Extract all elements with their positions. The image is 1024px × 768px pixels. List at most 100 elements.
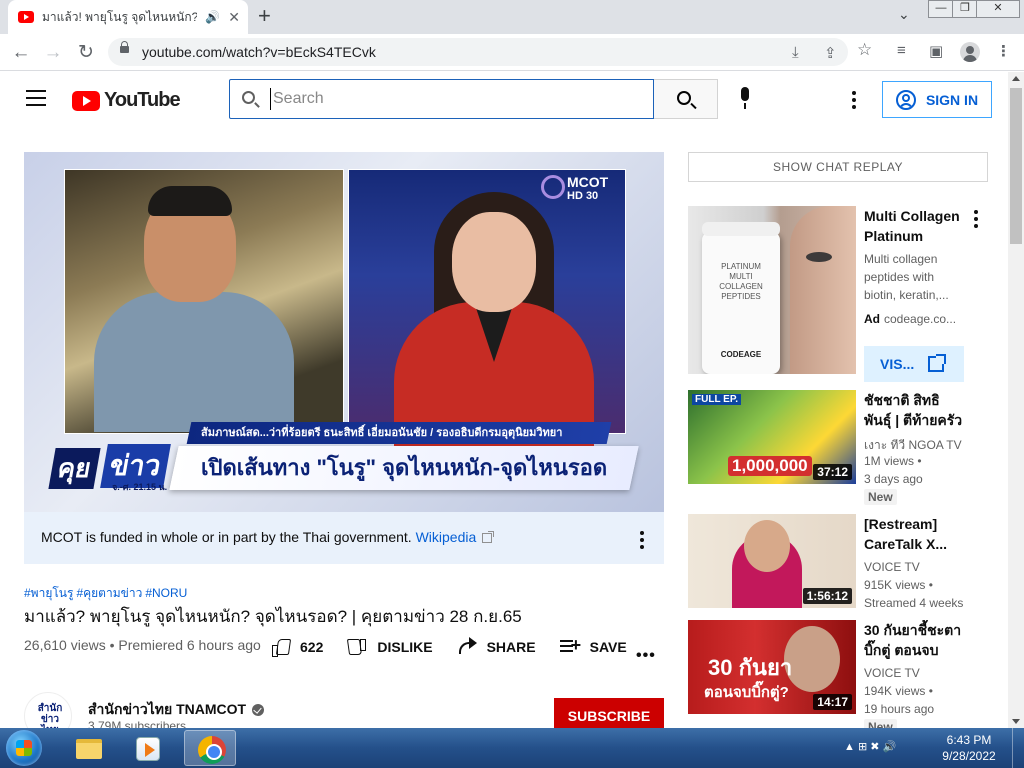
search-icon [242, 91, 255, 104]
reload-button[interactable]: ↻ [73, 40, 99, 66]
taskbar-clock[interactable]: 6:43 PM 9/28/2022 [934, 732, 1004, 764]
chrome-menu-icon[interactable]: ⋮ [996, 42, 1011, 60]
video-player[interactable]: MCOT HD 30 สัมภาษณ์สด...ว่าที่ร้อยตรี ธน… [24, 152, 664, 512]
recommended-title[interactable]: [Restream] CareTalk X... [864, 514, 964, 554]
media-player-icon [136, 737, 160, 761]
verified-check-icon [252, 704, 265, 716]
youtube-play-logo-icon [72, 90, 100, 111]
lower-third-headline: เปิดเส้นทาง "โนรู" จุดไหนหนัก-จุดไหนรอด [169, 446, 639, 490]
external-link-icon[interactable] [482, 531, 495, 543]
profile-avatar[interactable] [960, 42, 980, 62]
funding-info-text-wrap: MCOT is funded in whole or in part by th… [41, 529, 495, 545]
account-icon [895, 89, 916, 110]
more-actions-icon[interactable]: ••• [636, 647, 656, 665]
reading-list-icon[interactable]: ≡ [897, 42, 906, 59]
ad-description: Multi collagen peptides with biotin, ker… [864, 252, 949, 302]
save-button[interactable]: SAVE [559, 635, 627, 657]
scrollbar-thumb[interactable] [1010, 88, 1022, 244]
ad-more-icon[interactable] [974, 210, 978, 231]
video-title: มาแล้ว? พายุโนรู จุดไหนหนัก? จุดไหนรอด? … [24, 607, 522, 626]
taskbar-explorer[interactable] [62, 730, 114, 766]
video-thumbnail[interactable]: 1:56:12 [688, 514, 856, 608]
ad-title[interactable]: Multi Collagen Platinum [864, 206, 964, 246]
recommended-channel[interactable]: VOICE TV [864, 560, 974, 574]
audio-playing-icon[interactable]: 🔊 [205, 10, 220, 24]
recommended-channel[interactable]: เงาะ ทีวี NGOA TV [864, 436, 974, 455]
program-logo-part-a: คุย [48, 448, 101, 489]
youtube-logo[interactable]: YouTube [72, 89, 181, 112]
tab-search-chevron-icon[interactable]: ⌄ [898, 6, 910, 23]
side-panel-icon[interactable]: ▣ [929, 42, 943, 60]
show-desktop-button[interactable] [1012, 728, 1024, 768]
show-chat-replay-button[interactable]: SHOW CHAT REPLAY [688, 152, 988, 182]
address-bar[interactable]: youtube.com/watch?v=bEckS4TECvk ⤓ ⇪ [108, 38, 848, 66]
back-button[interactable]: ← [8, 40, 34, 66]
video-thumbnail[interactable]: FULL EP. 1,000,000 37:12 [688, 390, 856, 484]
hashtag-link[interactable]: #NORU [145, 586, 187, 600]
clock-time: 6:43 PM [946, 733, 992, 747]
search-box[interactable] [229, 79, 654, 119]
recommended-title[interactable]: ชัชชาติ สิทธิพันธุ์ | ตีท้ายครัว | 25... [864, 390, 964, 430]
minimize-window-button[interactable]: — [928, 0, 954, 18]
recommended-video[interactable]: 30 กันยา ตอนจบบิ๊กตู่? 14:17 30 กันยาชี้… [688, 620, 1008, 735]
search-input[interactable] [270, 88, 640, 110]
close-tab-icon[interactable]: ✕ [228, 9, 240, 26]
video-thumbnail[interactable]: 30 กันยา ตอนจบบิ๊กตู่? 14:17 [688, 620, 856, 714]
recommended-video[interactable]: 1:56:12 [Restream] CareTalk X... VOICE T… [688, 514, 1008, 610]
info-panel-more-icon[interactable] [640, 531, 644, 552]
like-button[interactable]: 622 [270, 637, 323, 657]
hashtag-link[interactable]: #คุยตามข่าว [76, 586, 142, 600]
share-button[interactable]: SHARE [457, 637, 536, 657]
video-duration: 37:12 [813, 464, 852, 480]
youtube-masthead: YouTube SIGN IN [0, 72, 1008, 128]
scroll-up-arrow-icon[interactable] [1012, 76, 1020, 81]
microphone-icon[interactable] [737, 87, 753, 111]
url-text[interactable]: youtube.com/watch?v=bEckS4TECvk [142, 44, 376, 60]
new-tab-button[interactable]: + [258, 4, 271, 28]
lock-icon[interactable] [120, 41, 129, 53]
sign-in-button[interactable]: SIGN IN [882, 81, 992, 118]
thumbnail-face [784, 626, 840, 692]
channel-name-row[interactable]: สำนักข่าวไทย TNAMCOT [88, 699, 265, 721]
hashtag-link[interactable]: #พายุโนรู [24, 586, 73, 600]
install-icon[interactable]: ⤓ [792, 44, 799, 61]
chrome-icon [198, 736, 226, 764]
youtube-wordmark: YouTube [104, 89, 181, 111]
search-icon [677, 91, 691, 105]
share-icon[interactable]: ⇪ [824, 44, 837, 62]
browser-tab-strip: มาแล้ว! พายุโนรู จุดไหนหนัก? จุดไหนรอด? … [0, 0, 1024, 34]
dislike-button[interactable]: DISLIKE [347, 637, 433, 657]
program-logo-schedule: จ.-ศ. 21.15 น. [112, 482, 168, 492]
recommended-video[interactable]: FULL EP. 1,000,000 37:12 ชัชชาติ สิทธิพั… [688, 390, 1008, 505]
scroll-down-arrow-icon[interactable] [1012, 719, 1020, 724]
recommended-title[interactable]: 30 กันยาชี้ชะตา บิ๊กตู่ ตอนจบหรื... [864, 620, 964, 660]
system-tray-icons[interactable]: ▲ ⊞ ✖ 🔊 [844, 740, 896, 753]
visit-site-button[interactable]: VIS... [864, 346, 964, 382]
wikipedia-link[interactable]: Wikipedia [416, 529, 477, 545]
visit-label: VIS... [880, 356, 915, 372]
recommended-age: 3 days ago [864, 472, 923, 486]
settings-more-icon[interactable] [852, 91, 856, 112]
thumbnail-face [744, 520, 790, 572]
start-button[interactable] [6, 730, 42, 766]
recommended-channel[interactable]: VOICE TV [864, 666, 974, 680]
collagen-bottle: PLATINUM MULTI COLLAGEN PEPTIDES CODEAGE [702, 222, 780, 374]
dislike-label: DISLIKE [377, 639, 433, 655]
close-window-button[interactable]: ✕ [976, 0, 1020, 18]
search-button[interactable] [654, 79, 718, 119]
ad-label: Ad [864, 312, 880, 326]
taskbar-media-player[interactable] [122, 730, 174, 766]
taskbar-chrome[interactable] [184, 730, 236, 766]
ad-thumbnail[interactable]: PLATINUM MULTI COLLAGEN PEPTIDES CODEAGE [688, 206, 856, 374]
browser-tab[interactable]: มาแล้ว! พายุโนรู จุดไหนหนัก? จุดไหนรอด? … [8, 0, 248, 34]
lower-third-headline-text: เปิดเส้นทาง "โนรู" จุดไหนหนัก-จุดไหนรอด [200, 455, 608, 480]
maximize-window-button[interactable]: ❐ [952, 0, 978, 18]
forward-button[interactable]: → [40, 40, 66, 66]
open-external-icon [928, 354, 946, 372]
bookmark-star-icon[interactable]: ☆ [857, 40, 872, 60]
mcot-channel-bug: MCOT HD 30 [541, 175, 608, 203]
save-label: SAVE [589, 639, 627, 655]
hamburger-menu-icon[interactable] [26, 90, 46, 106]
channel-name[interactable]: สำนักข่าวไทย TNAMCOT [88, 699, 246, 721]
page-scrollbar[interactable] [1008, 72, 1024, 728]
